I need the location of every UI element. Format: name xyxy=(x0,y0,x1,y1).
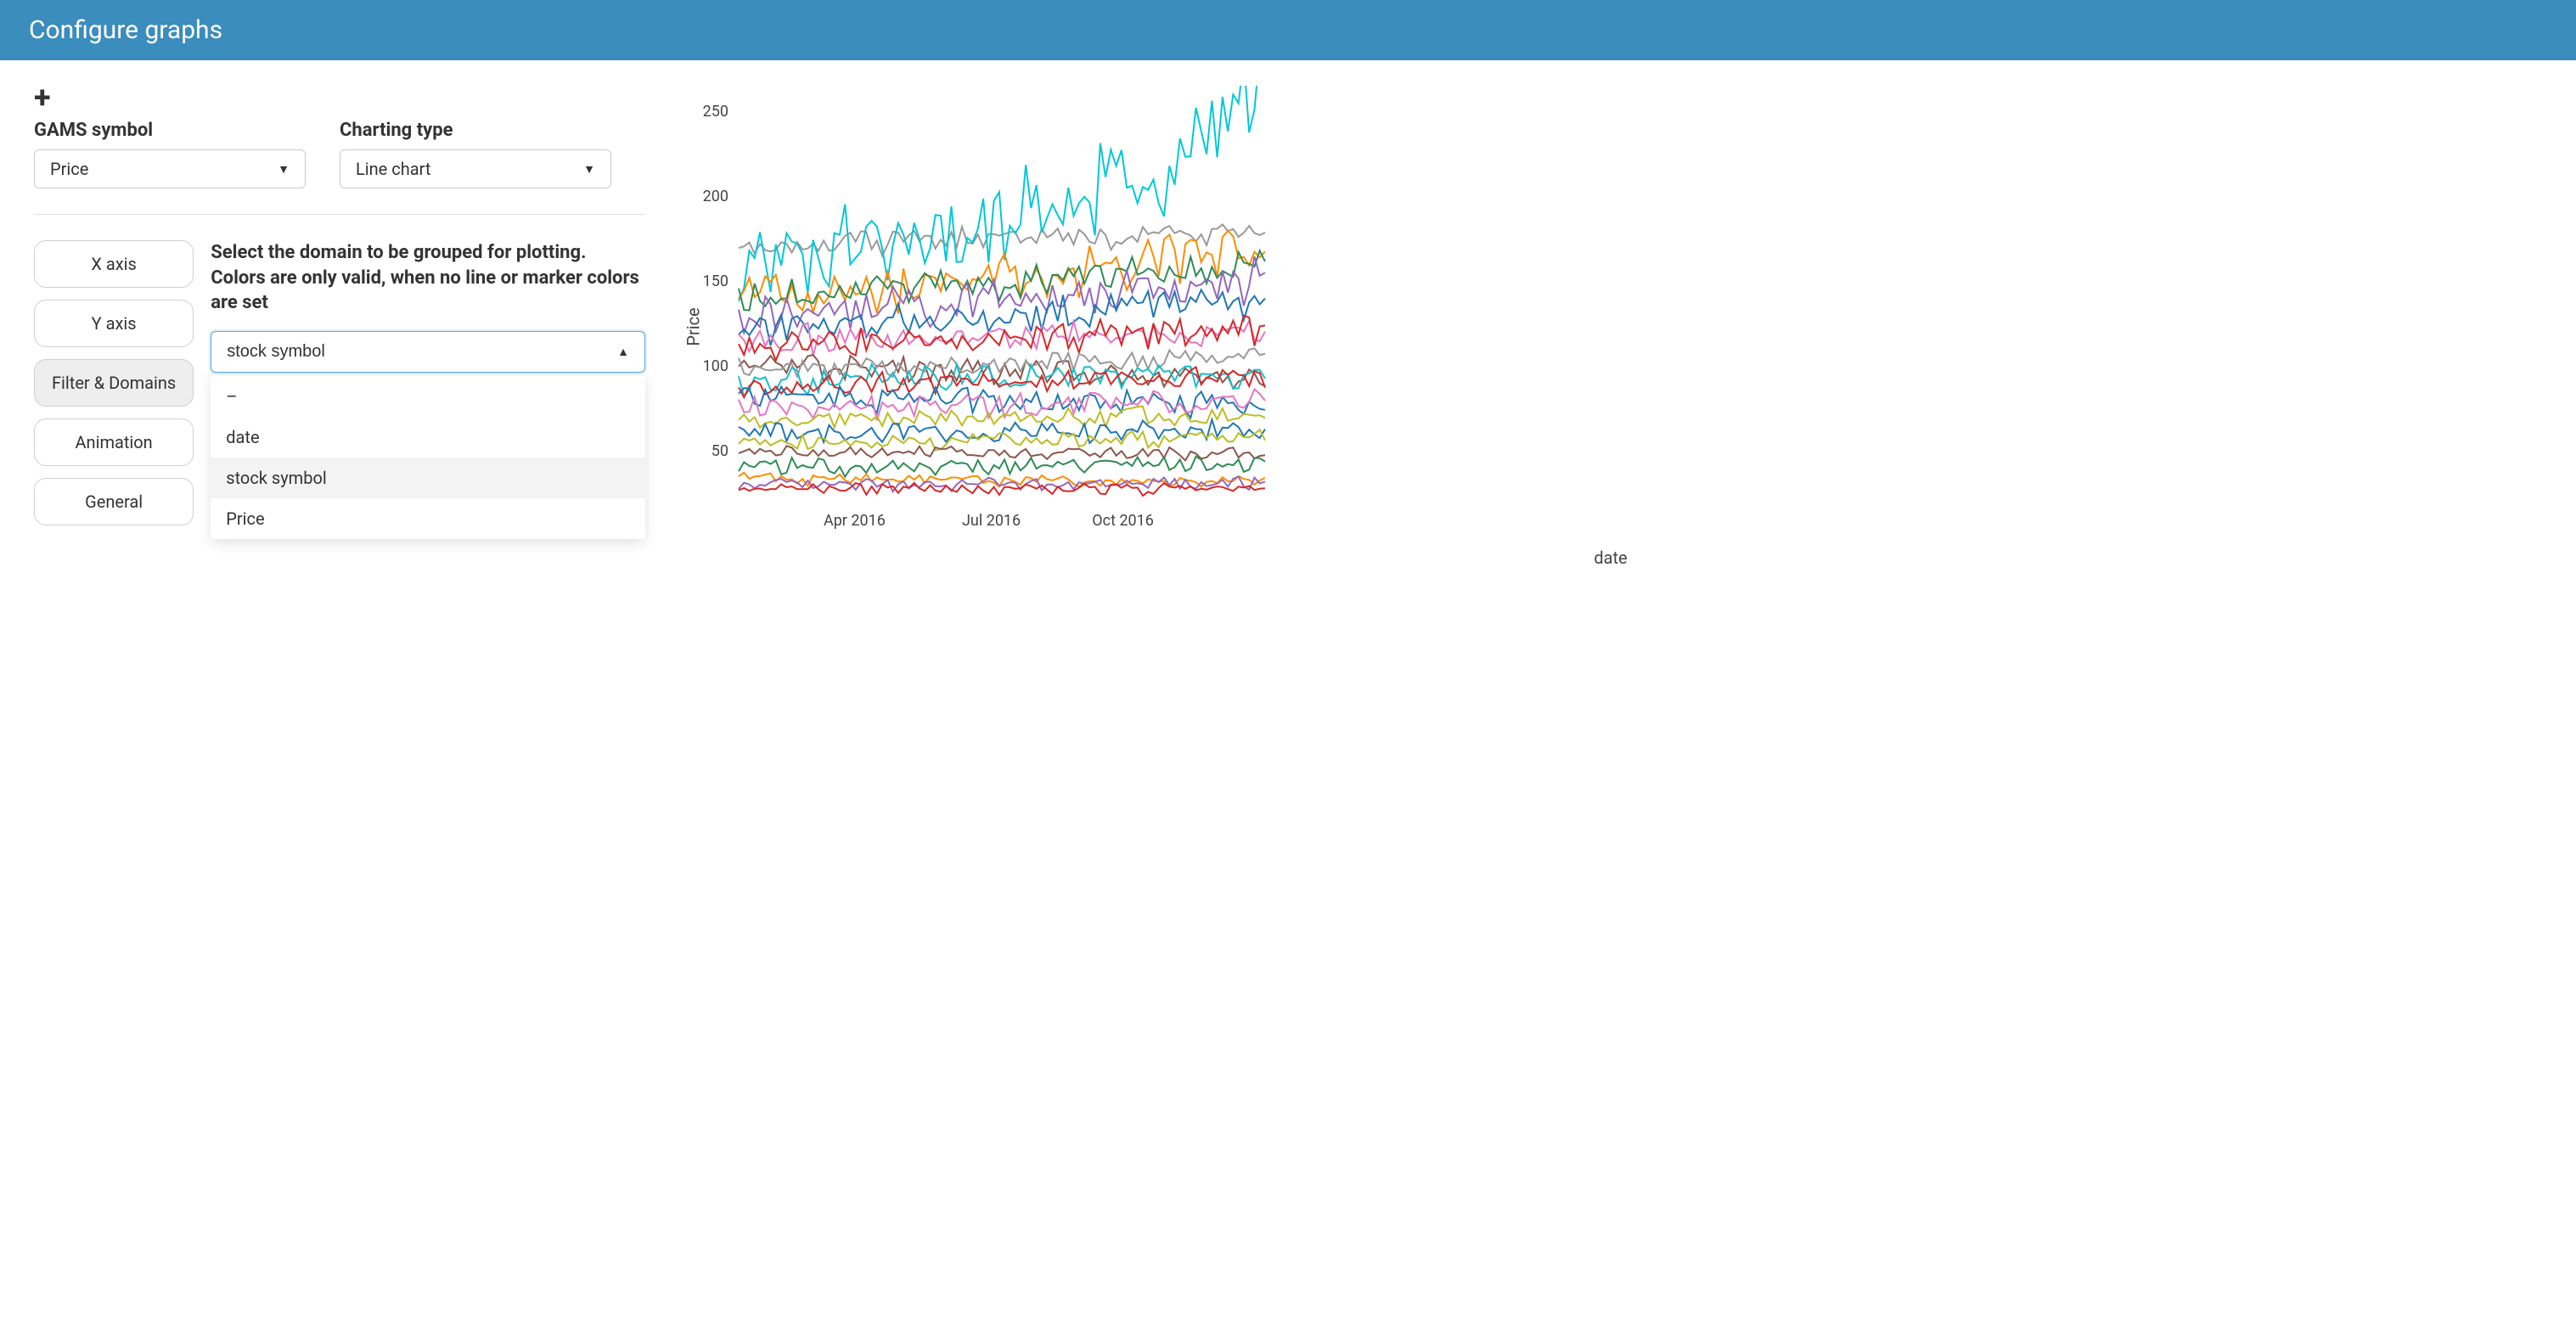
domain-combo[interactable]: ▲ xyxy=(211,331,645,373)
gams-symbol-label: GAMS symbol xyxy=(34,120,306,141)
config-tabs: X axis Y axis Filter & Domains Animation… xyxy=(34,240,194,525)
domain-option-none[interactable]: – xyxy=(211,376,645,417)
header: Configure graphs xyxy=(0,0,2576,60)
domain-option-stock-symbol[interactable]: stock symbol xyxy=(211,458,645,498)
svg-text:200: 200 xyxy=(703,188,728,205)
chart-y-axis-label: Price xyxy=(683,307,704,345)
tab-animation[interactable]: Animation xyxy=(34,418,194,466)
tab-filter-domains[interactable]: Filter & Domains xyxy=(34,359,194,407)
line-chart: 50 100 150 200 250 Apr 2016 Jul 2016 Oct 2016 xyxy=(679,86,1274,544)
tab-y-axis[interactable]: Y axis xyxy=(34,300,194,347)
chart-x-axis-label: date xyxy=(679,548,2542,568)
domain-instruction: Select the domain to be grouped for plot… xyxy=(211,240,645,316)
tab-general[interactable]: General xyxy=(34,478,194,525)
charting-type-value: Line chart xyxy=(356,159,430,179)
domain-option-date[interactable]: date xyxy=(211,417,645,458)
svg-text:50: 50 xyxy=(711,442,728,460)
header-title: Configure graphs xyxy=(29,15,222,45)
gams-symbol-select[interactable]: Price ▼ xyxy=(34,149,306,188)
caret-down-icon: ▼ xyxy=(278,162,290,177)
domain-dropdown: – date stock symbol Price xyxy=(211,376,645,539)
tab-x-axis[interactable]: X axis xyxy=(34,240,194,288)
caret-down-icon: ▼ xyxy=(583,162,595,177)
add-graph-button[interactable]: + xyxy=(34,82,51,113)
svg-text:250: 250 xyxy=(703,103,728,121)
charting-type-label: Charting type xyxy=(340,120,611,141)
svg-text:Jul 2016: Jul 2016 xyxy=(962,512,1021,530)
svg-text:Oct 2016: Oct 2016 xyxy=(1092,512,1154,530)
divider xyxy=(34,214,645,215)
domain-combo-input[interactable] xyxy=(227,342,617,362)
caret-up-icon: ▲ xyxy=(617,345,629,359)
gams-symbol-value: Price xyxy=(50,159,88,179)
svg-text:Apr 2016: Apr 2016 xyxy=(824,512,886,530)
svg-text:100: 100 xyxy=(703,357,728,375)
chart-preview: Price 50 100 150 200 250 Apr 2016 Jul 2016 Oct … xyxy=(679,86,2542,568)
domain-option-price[interactable]: Price xyxy=(211,498,645,539)
svg-text:150: 150 xyxy=(703,272,728,290)
charting-type-select[interactable]: Line chart ▼ xyxy=(340,149,611,188)
